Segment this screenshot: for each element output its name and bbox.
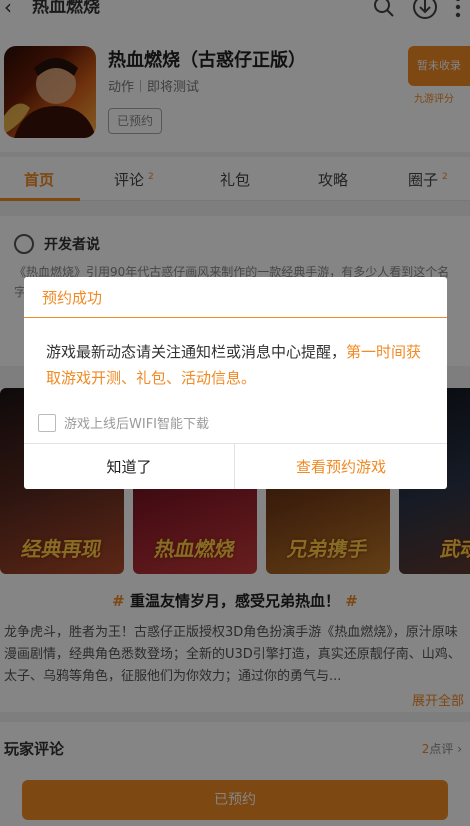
got-it-button[interactable]: 知道了: [24, 444, 235, 489]
wifi-download-label: 游戏上线后WIFI智能下载: [64, 417, 209, 432]
dialog-title: 预约成功: [42, 289, 103, 307]
view-reserved-games-button[interactable]: 查看预约游戏: [235, 444, 447, 489]
wifi-download-checkbox[interactable]: [38, 413, 56, 432]
reservation-success-dialog: 预约成功 游戏最新动态请关注通知栏或消息中心提醒，第一时间获取游戏开测、礼包、活…: [24, 277, 447, 489]
wifi-download-option[interactable]: 游戏上线后WIFI智能下载: [38, 413, 209, 432]
dialog-buttons: 知道了 查看预约游戏: [24, 443, 447, 489]
dialog-message: 游戏最新动态请关注通知栏或消息中心提醒，第一时间获取游戏开测、礼包、活动信息。: [46, 343, 422, 387]
dialog-title-divider: [24, 317, 447, 318]
